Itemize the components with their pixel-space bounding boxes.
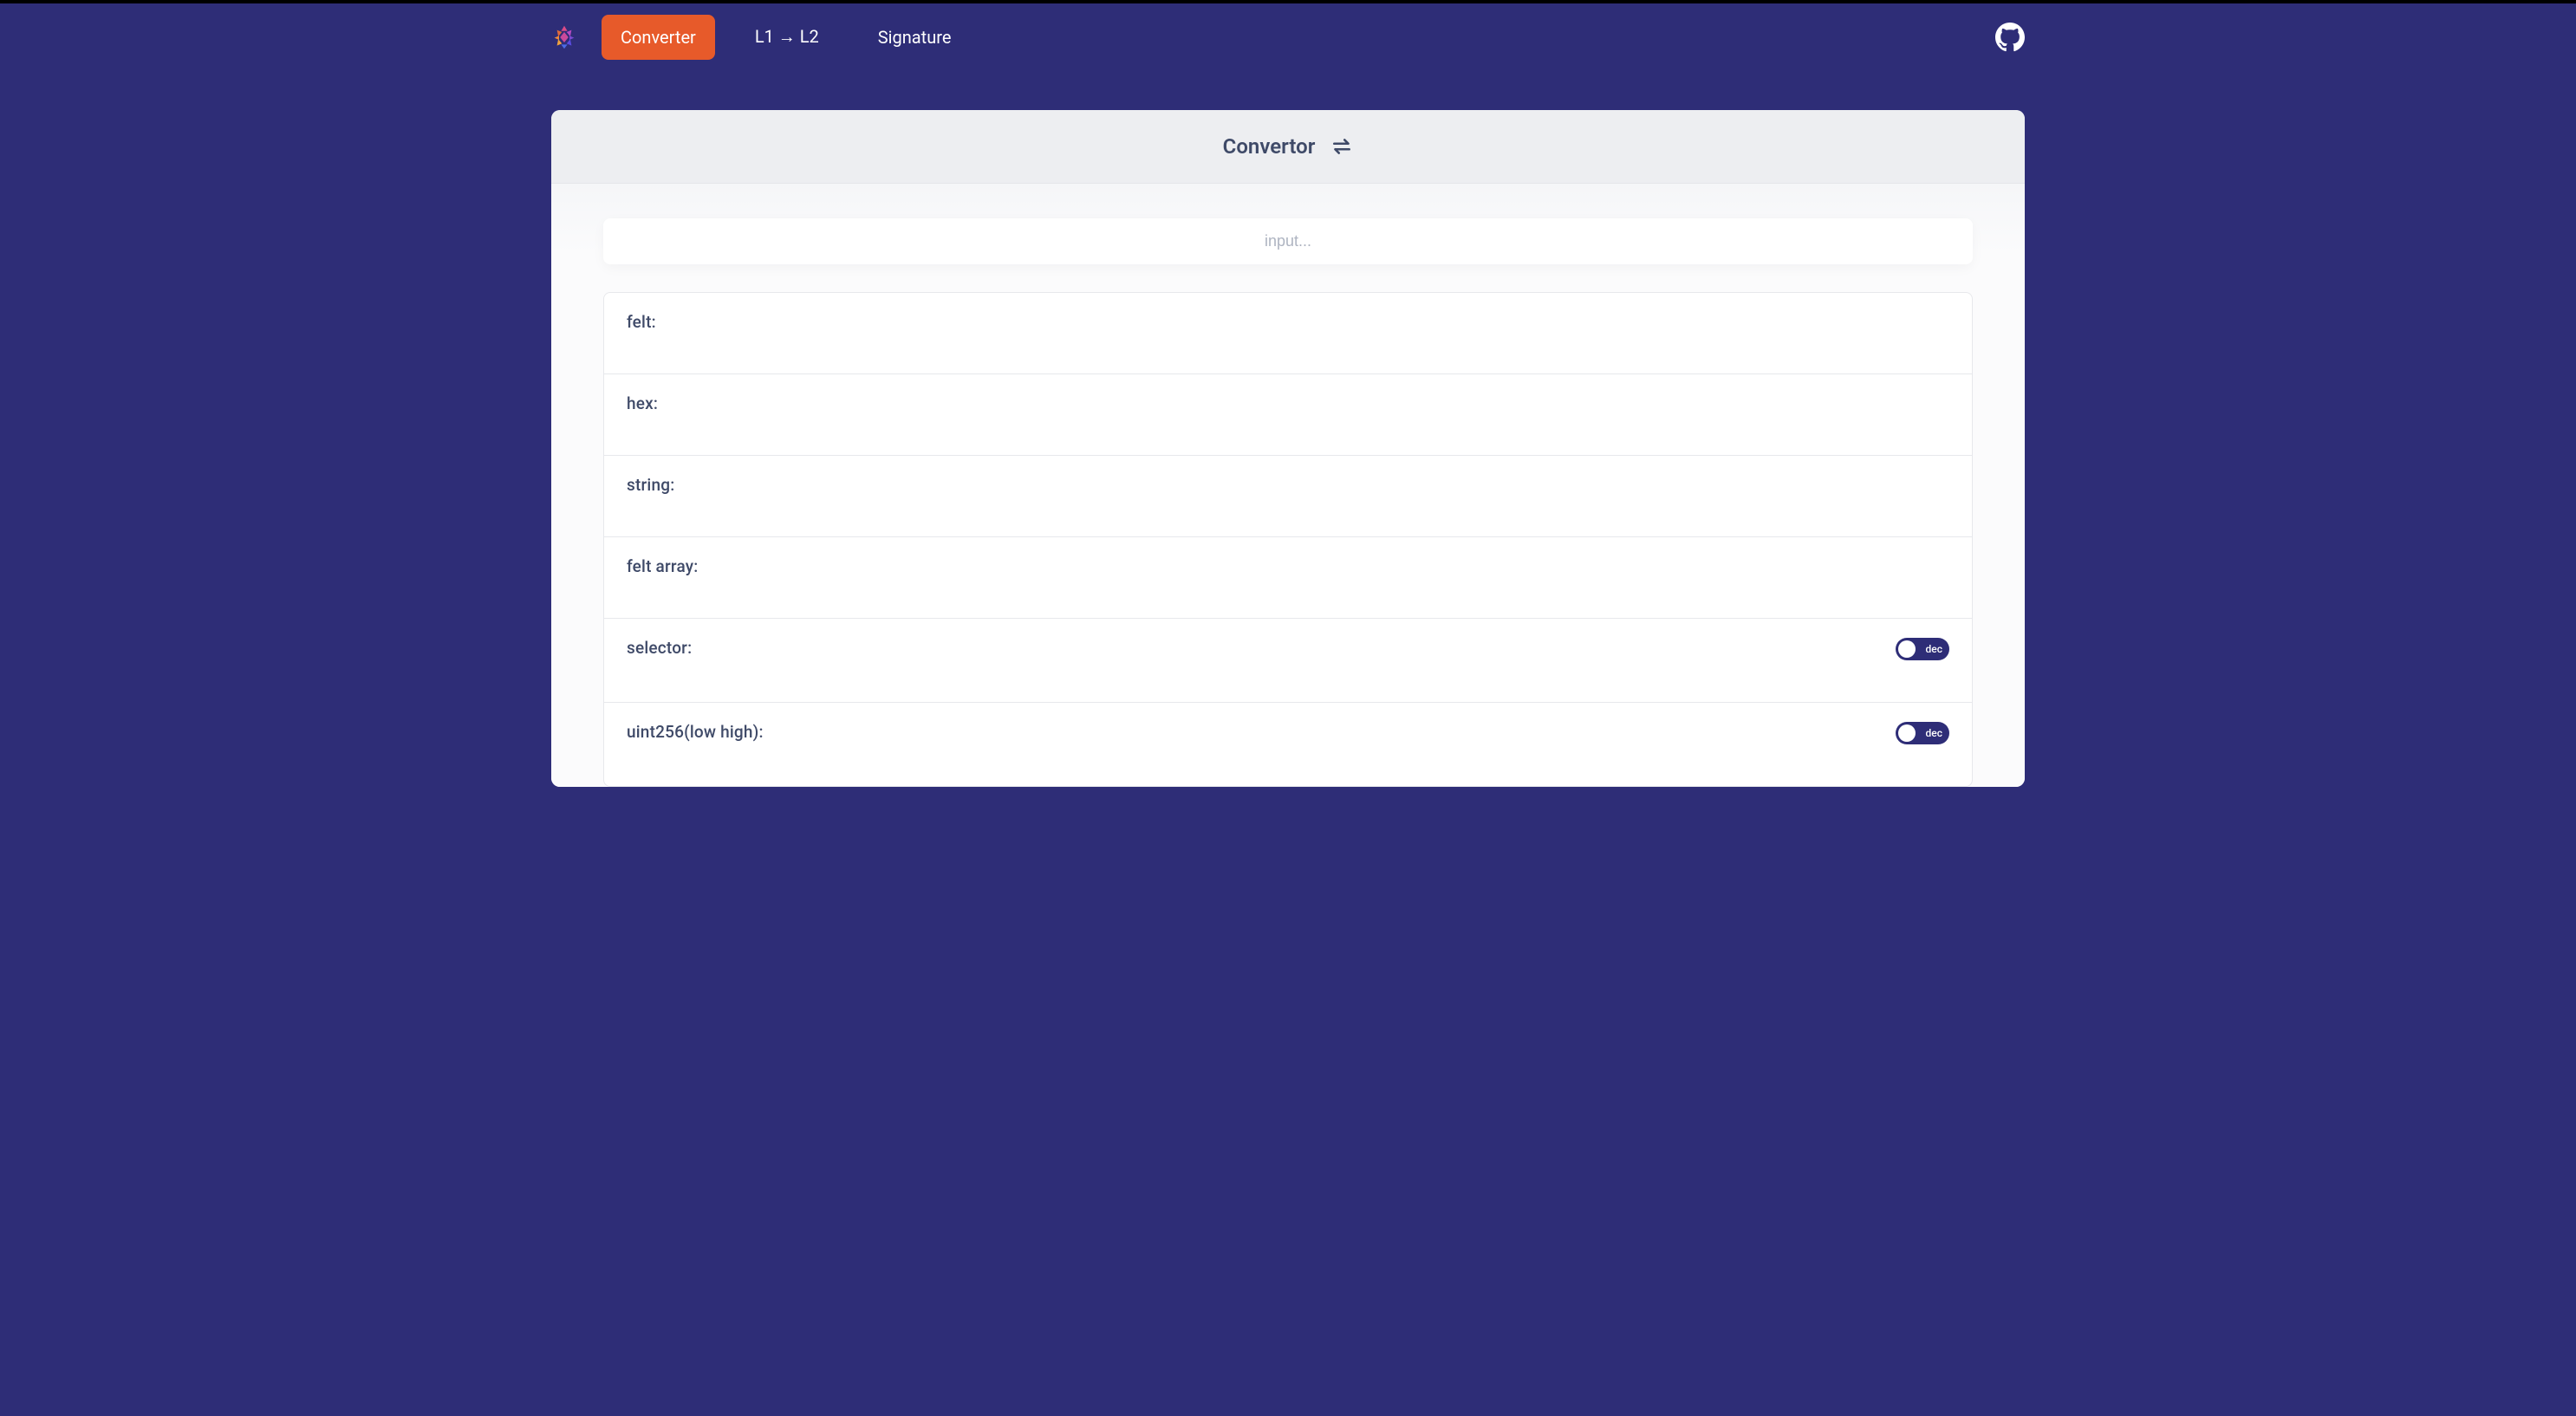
row-hex: hex: [604, 374, 1972, 456]
row-felt-array: felt array: [604, 537, 1972, 619]
tab-l1-l2[interactable]: L1 → L2 [736, 14, 838, 60]
uint256-format-toggle[interactable]: dec [1896, 722, 1949, 744]
row-selector: selector: dec [604, 619, 1972, 703]
selector-format-toggle[interactable]: dec [1896, 638, 1949, 660]
row-uint256: uint256(low high): dec [604, 703, 1972, 786]
swap-icon [1330, 135, 1353, 158]
tab-converter[interactable]: Converter [602, 15, 715, 60]
row-label: felt array: [627, 556, 699, 576]
row-label: felt: [627, 312, 656, 332]
app-logo-icon [551, 24, 577, 50]
toggle-knob [1898, 640, 1916, 658]
card-header: Convertor [551, 110, 2025, 184]
row-string: string: [604, 456, 1972, 537]
output-rows: felt: hex: string: felt array: selector:… [603, 292, 1973, 787]
conversion-input[interactable] [603, 218, 1973, 264]
row-felt: felt: [604, 293, 1972, 374]
github-icon[interactable] [1995, 23, 2025, 52]
card-body: felt: hex: string: felt array: selector:… [551, 184, 2025, 787]
toggle-label: dec [1926, 727, 1942, 739]
row-label: uint256(low high): [627, 722, 764, 742]
toggle-knob [1898, 724, 1916, 742]
row-label: hex: [627, 393, 658, 413]
tab-signature[interactable]: Signature [859, 15, 971, 60]
card-title: Convertor [1223, 134, 1316, 159]
nav-tabs: Converter L1 → L2 Signature [602, 14, 1995, 60]
top-nav: Converter L1 → L2 Signature [551, 3, 2025, 70]
converter-card: Convertor felt: hex: [551, 110, 2025, 787]
row-label: string: [627, 475, 674, 495]
toggle-label: dec [1926, 643, 1942, 655]
row-label: selector: [627, 638, 692, 658]
input-wrap [603, 218, 1973, 264]
